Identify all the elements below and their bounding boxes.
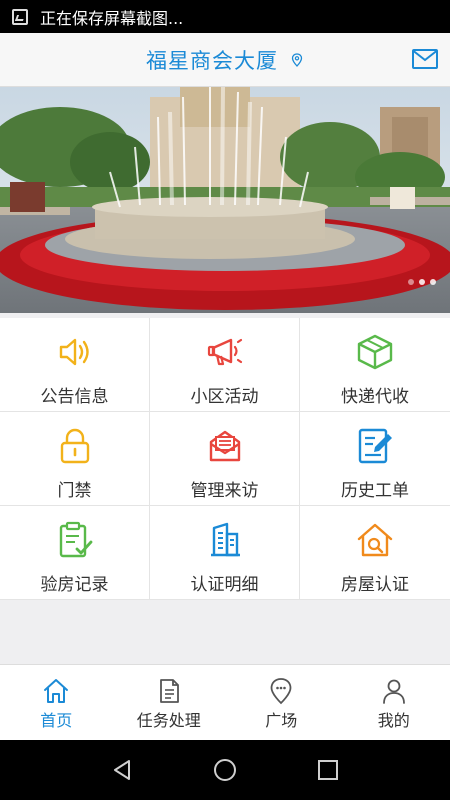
megaphone-icon [207, 338, 242, 366]
tab-home[interactable]: 首页 [0, 665, 113, 740]
grid-item-label: 小区活动 [190, 387, 259, 407]
grid-item-label: 历史工单 [341, 481, 409, 501]
home-button[interactable] [210, 755, 240, 785]
grid-item-label: 房屋认证 [341, 575, 409, 595]
lock-icon [60, 428, 89, 464]
grid-item-visitor-management[interactable]: 管理来访 [150, 412, 300, 506]
grid-item-access-control[interactable]: 门禁 [0, 412, 150, 506]
tab-me[interactable]: 我的 [338, 665, 450, 740]
tab-square[interactable]: 广场 [225, 665, 338, 740]
status-notification-text: 正在保存屏幕截图... [40, 8, 184, 28]
banner-image [0, 87, 450, 313]
carousel-dot[interactable] [419, 279, 425, 285]
grid-item-label: 管理来访 [190, 481, 259, 501]
app-header: 福星商会大厦 [0, 33, 450, 87]
recents-button[interactable] [313, 755, 343, 785]
home-icon [44, 679, 69, 703]
feature-grid: 公告信息 小区活动 快递代收 门禁 管理来访 历史工单 验房记录 认证明细 房屋… [0, 318, 450, 600]
tab-label: 首页 [40, 711, 73, 730]
grid-item-parcel-collection[interactable]: 快递代收 [300, 318, 450, 412]
grid-item-work-order-history[interactable]: 历史工单 [300, 412, 450, 506]
tab-tasks[interactable]: 任务处理 [113, 665, 226, 740]
carousel-indicator[interactable] [408, 279, 436, 285]
package-icon [357, 334, 393, 370]
grid-item-label: 快递代收 [341, 387, 409, 407]
carousel-dot[interactable] [408, 279, 414, 285]
back-button[interactable] [107, 755, 137, 785]
screenshot-image-icon [12, 8, 28, 25]
recents-square-icon [318, 760, 339, 780]
grid-item-label: 门禁 [57, 481, 92, 501]
house-verify-icon [357, 523, 393, 557]
grid-item-community-activities[interactable]: 小区活动 [150, 318, 300, 412]
user-icon [382, 679, 405, 704]
tab-label: 广场 [265, 711, 298, 730]
building-icon [210, 522, 240, 557]
grid-item-label: 认证明细 [190, 575, 259, 595]
page-title[interactable]: 福星商会大厦 [146, 45, 278, 75]
clipboard-check-icon [59, 521, 92, 558]
mail-icon[interactable] [412, 49, 438, 69]
grid-item-inspection-records[interactable]: 验房记录 [0, 506, 150, 600]
grid-item-house-verification[interactable]: 房屋认证 [300, 506, 450, 600]
grid-item-verification-details[interactable]: 认证明细 [150, 506, 300, 600]
banner-carousel[interactable] [0, 87, 450, 313]
document-icon [159, 679, 179, 703]
envelope-icon [209, 430, 240, 462]
back-triangle-icon [113, 760, 130, 780]
grid-item-label: 公告信息 [40, 387, 109, 407]
location-chat-icon [270, 678, 292, 705]
edit-document-icon [358, 428, 392, 464]
status-bar: 正在保存屏幕截图... [0, 0, 450, 33]
carousel-dot[interactable] [430, 279, 436, 285]
app-screen: 福星商会大厦 公告信息 小区活动 快递代收 门禁 管理来访 历史工单 验房记录 … [0, 33, 450, 740]
home-circle-icon [213, 759, 236, 781]
bottom-tab-bar: 首页 任务处理 广场 我的 [0, 664, 450, 740]
tab-label: 我的 [377, 711, 410, 730]
grid-item-label: 验房记录 [40, 575, 109, 595]
speaker-icon [59, 338, 89, 366]
android-navigation-bar [0, 740, 450, 800]
tab-label: 任务处理 [136, 711, 201, 730]
grid-item-announcements[interactable]: 公告信息 [0, 318, 150, 412]
location-pin-icon[interactable] [290, 52, 304, 67]
